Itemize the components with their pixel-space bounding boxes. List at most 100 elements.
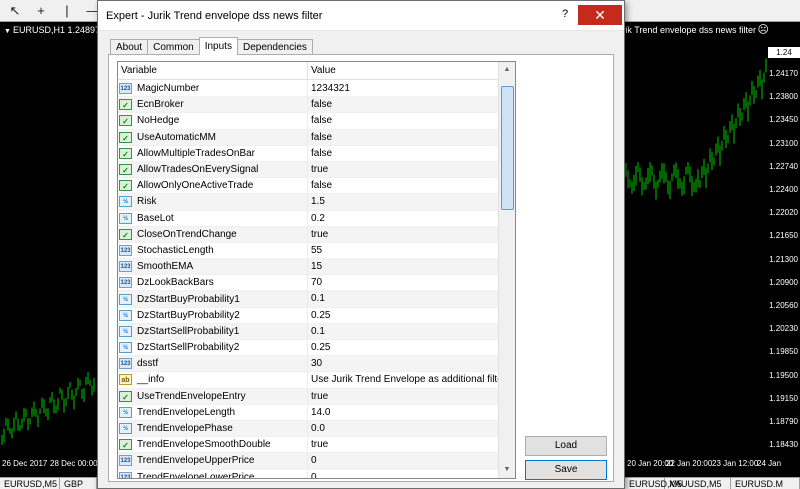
value-cell[interactable]: 1234321 [308, 81, 500, 96]
tab-dependencies[interactable]: Dependencies [236, 39, 313, 55]
input-row-risk[interactable]: ½ Risk 1.5 [118, 194, 500, 211]
variable-name: EcnBroker [137, 99, 184, 111]
value-cell[interactable]: 15 [308, 259, 500, 274]
boolean-type-icon: ✓ [119, 131, 132, 143]
value-cell[interactable]: 0 [308, 453, 500, 468]
value-cell[interactable]: 0.25 [308, 308, 500, 323]
value-cell[interactable]: false [308, 146, 500, 161]
price-axis: 1.24170 1.23800 1.23450 1.23100 1.22740 1.224… [768, 22, 800, 468]
tab-common[interactable]: Common [147, 39, 200, 55]
help-button[interactable]: ? [555, 5, 575, 23]
variable-cell: ½ BaseLot [118, 210, 308, 226]
variable-name: NoHedge [137, 115, 180, 127]
scroll-up-icon[interactable]: ▲ [499, 62, 515, 78]
input-row-dzstartbuyprobability1[interactable]: ½ DzStartBuyProbability1 0.1 [118, 291, 500, 308]
price-tick: 1.22020 [769, 208, 798, 218]
variable-name: BaseLot [137, 212, 174, 224]
variable-name: StochasticLength [137, 244, 214, 256]
input-row-dzlookbackbars[interactable]: 123 DzLookBackBars 70 [118, 275, 500, 292]
integer-type-icon: 123 [119, 244, 132, 256]
value-cell[interactable]: 0.2 [308, 211, 500, 226]
value-cell[interactable]: 14.0 [308, 405, 500, 420]
input-row-allowtradesoneverysignal[interactable]: ✓ AllowTradesOnEverySignal true [118, 161, 500, 179]
value-cell[interactable]: true [308, 389, 500, 404]
boolean-type-icon: ✓ [119, 390, 132, 402]
chart-tab[interactable]: GBP [60, 478, 97, 489]
chart-tab[interactable]: EURUSD.M [731, 478, 800, 489]
price-tick: 1.21650 [769, 231, 798, 241]
input-row-trendenvelopeupperprice[interactable]: 123 TrendEnvelopeUpperPrice 0 [118, 453, 500, 470]
time-tick: 26 Dec 2017 [2, 459, 48, 468]
grid-scrollbar[interactable]: ▲ ▼ [498, 62, 515, 478]
variable-name: DzStartBuyProbability1 [137, 293, 240, 305]
column-header-variable[interactable]: Variable [118, 62, 308, 79]
input-row-nohedge[interactable]: ✓ NoHedge false [118, 113, 500, 130]
value-cell[interactable]: 30 [308, 356, 500, 371]
input-row-dzstartsellprobability1[interactable]: ½ DzStartSellProbability1 0.1 [118, 323, 500, 340]
load-button[interactable]: Load [525, 436, 607, 456]
close-button[interactable]: ✕ [578, 5, 622, 25]
value-cell[interactable]: 0 [308, 470, 500, 479]
boolean-type-icon: ✓ [119, 99, 132, 111]
string-type-icon: ab [119, 374, 132, 386]
tab-inputs[interactable]: Inputs [198, 37, 238, 55]
variable-name: TrendEnvelopeSmoothDouble [137, 439, 271, 451]
input-row-trendenvelopelowerprice[interactable]: 123 TrendEnvelopeLowerPrice 0 [118, 469, 500, 479]
input-row-magicnumber[interactable]: 123 MagicNumber 1234321 [118, 81, 500, 98]
input-row-baselot[interactable]: ½ BaseLot 0.2 [118, 210, 500, 227]
chart-tab[interactable]: XAUUSD,M5 [665, 478, 731, 489]
input-row-allowonlyoneactivetrade[interactable]: ✓ AllowOnlyOneActiveTrade false [118, 178, 500, 195]
input-row-usetrendenvelopeentry[interactable]: ✓ UseTrendEnvelopeEntry true [118, 388, 500, 405]
value-cell[interactable]: 1.5 [308, 194, 500, 209]
input-row-allowmultipletradesonbar[interactable]: ✓ AllowMultipleTradesOnBar false [118, 145, 500, 162]
variable-cell: ½ DzStartSellProbability1 [118, 323, 308, 339]
variable-name: DzStartSellProbability1 [137, 325, 240, 337]
input-row-dzstartsellprobability2[interactable]: ½ DzStartSellProbability2 0.25 [118, 340, 500, 357]
cursor-arrow-icon[interactable]: ↖ [4, 2, 26, 20]
dialog-titlebar[interactable]: Expert - Jurik Trend envelope dss news f… [98, 1, 624, 31]
input-row-ecnbroker[interactable]: ✓ EcnBroker false [118, 97, 500, 114]
input-row-trendenvelopesmoothdouble[interactable]: ✓ TrendEnvelopeSmoothDouble true [118, 437, 500, 454]
value-cell[interactable]: 0.1 [308, 324, 500, 339]
input-row-smoothema[interactable]: 123 SmoothEMA 15 [118, 259, 500, 276]
column-header-value[interactable]: Value [308, 62, 500, 79]
input-row-closeontrendchange[interactable]: ✓ CloseOnTrendChange true [118, 226, 500, 243]
value-cell[interactable]: true [308, 437, 500, 452]
value-cell[interactable]: 0.1 [308, 291, 500, 306]
value-cell[interactable]: 0.25 [308, 340, 500, 355]
value-cell[interactable]: false [308, 178, 500, 193]
variable-name: DzStartSellProbability2 [137, 342, 240, 354]
tab-about[interactable]: About [110, 39, 149, 55]
vertical-line-icon[interactable]: | [56, 2, 78, 20]
value-cell[interactable]: Use Jurik Trend Envelope as additional f… [308, 372, 500, 387]
save-button[interactable]: Save [525, 460, 607, 480]
value-cell[interactable]: 0.0 [308, 421, 500, 436]
variable-name: AllowMultipleTradesOnBar [137, 147, 256, 159]
value-cell[interactable]: true [308, 162, 500, 177]
input-row-useautomaticmm[interactable]: ✓ UseAutomaticMM false [118, 129, 500, 146]
dialog-tabs: About Common Inputs Dependencies [110, 37, 313, 55]
input-row-stochasticlength[interactable]: 123 StochasticLength 55 [118, 242, 500, 260]
integer-type-icon: 123 [119, 83, 132, 95]
input-row-__info[interactable]: ab __info Use Jurik Trend Envelope as addi… [118, 372, 500, 389]
crosshair-icon[interactable]: + [30, 2, 52, 20]
input-row-trendenvelopelength[interactable]: ½ TrendEnvelopeLength 14.0 [118, 404, 500, 421]
scroll-down-icon[interactable]: ▼ [499, 462, 515, 478]
value-cell[interactable]: true [308, 227, 500, 242]
input-row-dsstf[interactable]: 123 dsstf 30 [118, 356, 500, 373]
input-row-trendenvelopephase[interactable]: ½ TrendEnvelopePhase 0.0 [118, 420, 500, 438]
value-cell[interactable]: false [308, 130, 500, 145]
indicator-label: Jurik Trend envelope dss news filter [612, 25, 756, 35]
chart-tab[interactable]: EURUSD,M5 [0, 478, 60, 489]
variable-name: AllowTradesOnEverySignal [137, 164, 259, 176]
scroll-thumb[interactable] [501, 86, 514, 210]
variable-cell: ✓ UseAutomaticMM [118, 129, 308, 145]
value-cell[interactable]: false [308, 113, 500, 128]
chart-tab[interactable]: EURUSD,M5 [625, 478, 682, 489]
value-cell[interactable]: 70 [308, 275, 500, 290]
value-cell[interactable]: false [308, 97, 500, 112]
value-cell[interactable]: 55 [308, 243, 500, 258]
time-tick: 23 Jan 12:00 [712, 459, 759, 468]
variable-name: TrendEnvelopeLength [137, 406, 236, 418]
input-row-dzstartbuyprobability2[interactable]: ½ DzStartBuyProbability2 0.25 [118, 307, 500, 324]
